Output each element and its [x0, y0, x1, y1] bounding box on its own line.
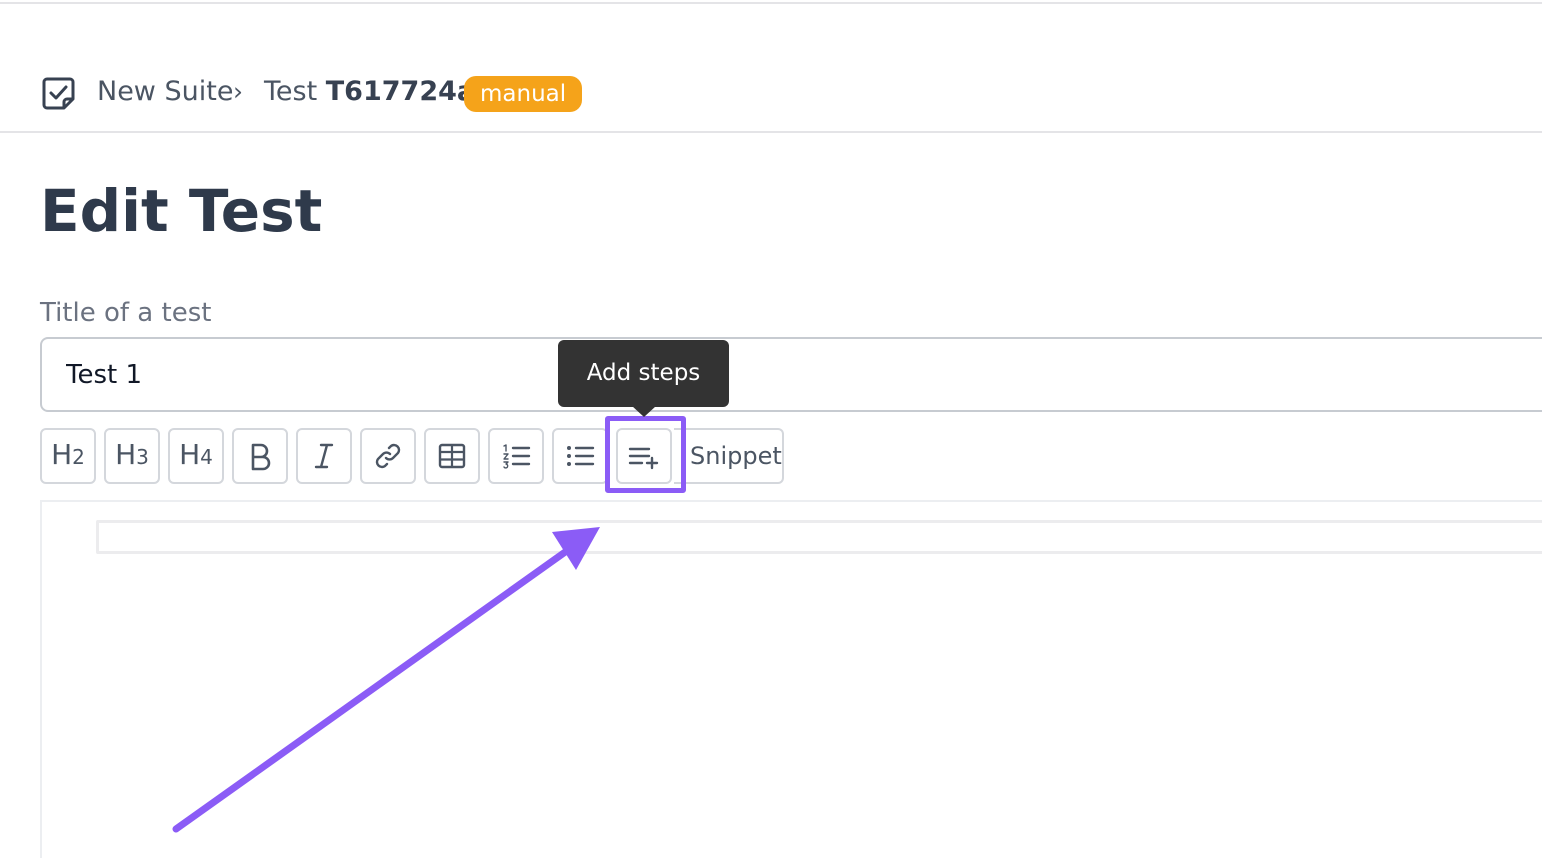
- add-steps-button[interactable]: [616, 428, 672, 484]
- breadcrumb-test-prefix: Test: [264, 76, 326, 107]
- top-divider: [0, 2, 1542, 4]
- title-input[interactable]: [40, 337, 1542, 412]
- heading-3-button[interactable]: H3: [104, 428, 160, 484]
- ordered-list-button[interactable]: [488, 428, 544, 484]
- add-steps-tooltip: Add steps: [558, 340, 729, 407]
- breadcrumb-suite-link[interactable]: New Suite: [97, 75, 233, 109]
- breadcrumb: New Suite › Test T617724ac manual: [0, 60, 1542, 133]
- heading-3-label: H3: [115, 438, 149, 471]
- table-button[interactable]: [424, 428, 480, 484]
- tooltip-pointer: [632, 406, 656, 417]
- bold-button[interactable]: [232, 428, 288, 484]
- breadcrumb-test: Test T617724ac: [264, 75, 491, 109]
- italic-icon: [311, 441, 337, 471]
- page-title: Edit Test: [40, 177, 323, 245]
- editor-area[interactable]: [40, 500, 1542, 858]
- table-icon: [437, 442, 467, 470]
- link-button[interactable]: [360, 428, 416, 484]
- snippet-button[interactable]: Snippet: [674, 428, 784, 484]
- heading-2-button[interactable]: H2: [40, 428, 96, 484]
- heading-2-label: H2: [51, 438, 85, 471]
- ordered-list-icon: [501, 442, 531, 470]
- title-field-label: Title of a test: [40, 298, 212, 328]
- add-steps-icon: [627, 442, 661, 470]
- checklist-icon: [40, 74, 78, 112]
- heading-4-label: H4: [179, 438, 213, 471]
- link-icon: [373, 441, 403, 471]
- breadcrumb-separator: ›: [233, 77, 243, 106]
- bullet-list-icon: [565, 442, 595, 470]
- heading-4-button[interactable]: H4: [168, 428, 224, 484]
- status-badge: manual: [464, 76, 583, 112]
- editor-line[interactable]: [96, 520, 1542, 554]
- italic-button[interactable]: [296, 428, 352, 484]
- bullet-list-button[interactable]: [552, 428, 608, 484]
- bold-icon: [247, 441, 273, 471]
